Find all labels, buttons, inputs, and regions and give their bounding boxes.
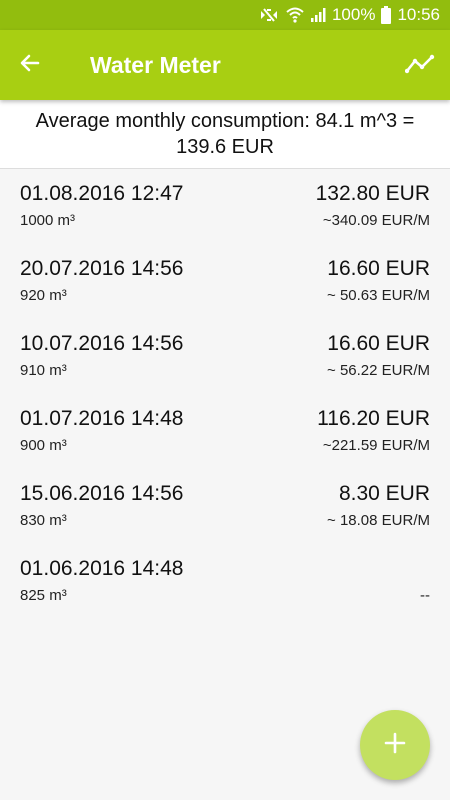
- chart-button[interactable]: [402, 48, 438, 84]
- status-bar: 100% 10:56: [0, 0, 450, 30]
- list-item[interactable]: 01.06.2016 14:48 825 m³ --: [0, 544, 450, 619]
- readings-list: 01.08.2016 12:47 1000 m³ 132.80 EUR ~340…: [0, 169, 450, 619]
- signal-icon: [310, 7, 326, 23]
- meter-reading: 920 m³: [20, 287, 67, 304]
- list-item[interactable]: 20.07.2016 14:56 920 m³ 16.60 EUR ~ 50.6…: [0, 244, 450, 319]
- monthly-rate: ~ 18.08 EUR/M: [327, 512, 430, 529]
- reading-cost: 16.60 EUR: [327, 332, 430, 355]
- reading-date: 15.06.2016 14:56: [20, 482, 184, 505]
- wifi-icon: [286, 6, 304, 24]
- arrow-left-icon: [18, 51, 42, 80]
- monthly-rate: ~ 56.22 EUR/M: [327, 362, 430, 379]
- list-item[interactable]: 15.06.2016 14:56 830 m³ 8.30 EUR ~ 18.08…: [0, 469, 450, 544]
- battery-level: 100%: [331, 5, 376, 24]
- reading-date: 01.06.2016 14:48: [20, 557, 184, 580]
- monthly-rate: --: [420, 587, 430, 604]
- reading-date: 20.07.2016 14:56: [20, 257, 184, 280]
- reading-cost: 116.20 EUR: [317, 407, 430, 430]
- monthly-rate: ~ 50.63 EUR/M: [327, 287, 430, 304]
- meter-reading: 900 m³: [20, 437, 67, 454]
- clock: 10:56: [397, 5, 440, 24]
- reading-date: 01.08.2016 12:47: [20, 182, 184, 205]
- meter-reading: 825 m³: [20, 587, 67, 604]
- reading-cost: 132.80 EUR: [315, 182, 430, 205]
- reading-date: 10.07.2016 14:56: [20, 332, 184, 355]
- meter-reading: 910 m³: [20, 362, 67, 379]
- mute-icon: [258, 6, 280, 24]
- app-bar: Water Meter: [0, 30, 450, 100]
- add-reading-button[interactable]: [360, 710, 430, 780]
- meter-reading: 830 m³: [20, 512, 67, 529]
- monthly-rate: ~340.09 EUR/M: [322, 212, 430, 229]
- meter-reading: 1000 m³: [20, 212, 76, 229]
- back-button[interactable]: [0, 30, 60, 100]
- monthly-rate: ~221.59 EUR/M: [322, 437, 430, 454]
- page-title: Water Meter: [90, 51, 221, 78]
- trend-chart-icon: [404, 54, 435, 79]
- reading-date: 01.07.2016 14:48: [20, 407, 184, 430]
- reading-cost: 16.60 EUR: [327, 257, 430, 280]
- list-item[interactable]: 10.07.2016 14:56 910 m³ 16.60 EUR ~ 56.2…: [0, 319, 450, 394]
- reading-cost: 8.30 EUR: [338, 482, 430, 505]
- list-item[interactable]: 01.07.2016 14:48 900 m³ 116.20 EUR ~221.…: [0, 394, 450, 469]
- plus-icon: [384, 732, 406, 759]
- average-consumption-summary: Average monthly consumption: 84.1 m^3 = …: [0, 100, 450, 169]
- battery-icon: [381, 6, 392, 24]
- list-item[interactable]: 01.08.2016 12:47 1000 m³ 132.80 EUR ~340…: [0, 169, 450, 244]
